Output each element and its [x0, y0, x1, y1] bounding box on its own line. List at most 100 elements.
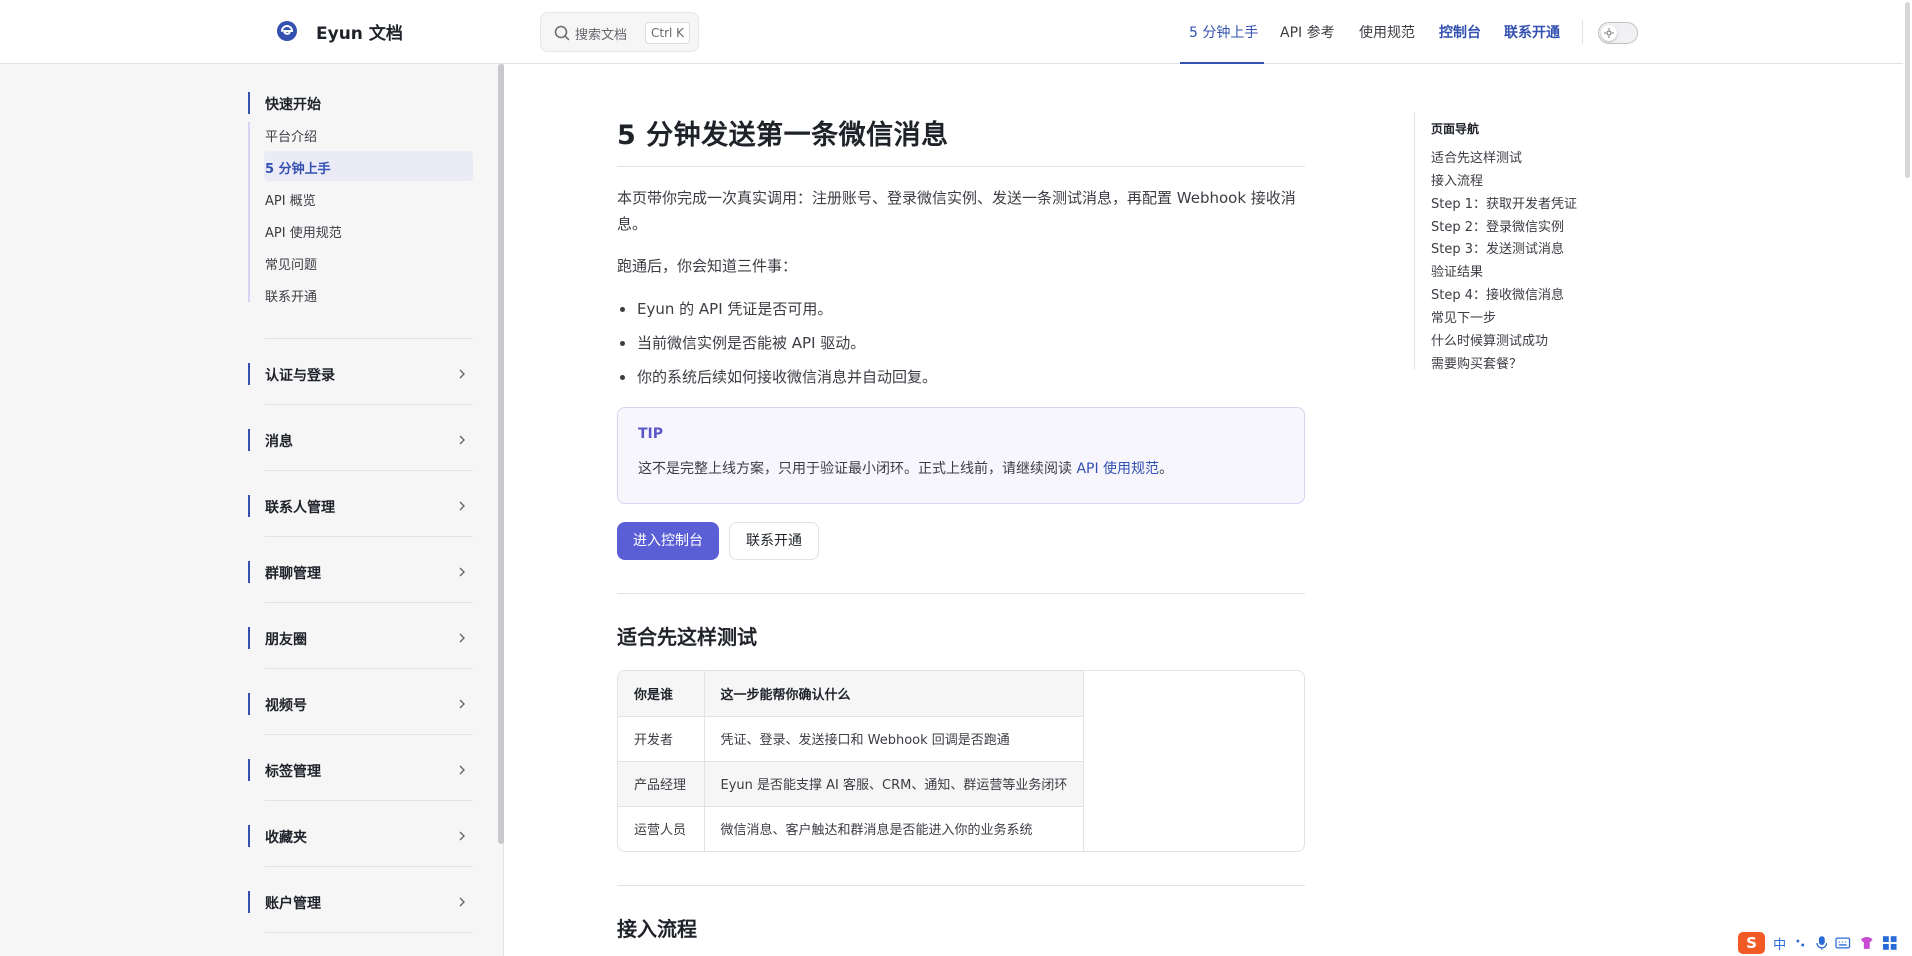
nav-usage-rules[interactable]: 使用规范 [1359, 22, 1415, 42]
sun-icon [1604, 28, 1614, 38]
tip-title: TIP [638, 426, 664, 442]
section-title-testing: 适合先这样测试 [617, 625, 757, 649]
chevron-right-icon[interactable] [456, 368, 468, 380]
chevron-right-icon[interactable] [456, 830, 468, 842]
sidebar-scrollbar[interactable] [498, 64, 504, 844]
bullet-item: 你的系统后续如何接收微信消息并自动回复。 [619, 368, 938, 386]
tip-link-api-rules[interactable]: API 使用规范 [1076, 461, 1159, 477]
sidebar-divider [265, 470, 473, 471]
ime-toolbar[interactable]: S 中 [1738, 932, 1898, 954]
table-row: 开发者 凭证、登录、发送接口和 Webhook 回调是否跑通 [618, 716, 1085, 762]
sidebar-item-faq[interactable]: 常见问题 [265, 254, 317, 273]
section-divider [617, 593, 1305, 594]
sidebar-group-moments[interactable]: 朋友圈 [265, 629, 307, 649]
nav-active-indicator [1180, 62, 1264, 64]
table-header-cell: 这一步能帮你确认什么 [704, 671, 1085, 717]
sidebar-divider [265, 932, 473, 933]
sidebar-group-auth[interactable]: 认证与登录 [265, 365, 335, 385]
search-shortcut-badge: Ctrl K [645, 22, 691, 44]
brand-title[interactable]: Eyun 文档 [316, 19, 403, 44]
theme-toggle[interactable] [1598, 22, 1638, 44]
punctuation-icon[interactable] [1794, 936, 1808, 950]
chevron-right-icon[interactable] [456, 764, 468, 776]
enter-console-button[interactable]: 进入控制台 [617, 522, 719, 560]
toc-item[interactable]: Step 3：发送测试消息 [1431, 238, 1564, 257]
sidebar-group-indicator [248, 693, 250, 715]
nav-console[interactable]: 控制台 [1439, 22, 1481, 42]
sidebar-item-intro[interactable]: 平台介绍 [265, 126, 317, 145]
sidebar-divider [265, 866, 473, 867]
chevron-right-icon[interactable] [456, 896, 468, 908]
contact-button[interactable]: 联系开通 [729, 522, 819, 560]
toc-item[interactable]: Step 2：登录微信实例 [1431, 216, 1564, 235]
sidebar-group-indicator [248, 92, 250, 114]
table-cell: Eyun 是否能支撑 AI 客服、CRM、通知、群运营等业务闭环 [704, 761, 1085, 807]
sidebar-group-tags[interactable]: 标签管理 [265, 761, 321, 781]
sidebar-group-favorites[interactable]: 收藏夹 [265, 827, 307, 847]
sidebar-subtree-line [248, 122, 250, 302]
sidebar [0, 64, 504, 956]
section-title-flow: 接入流程 [617, 917, 697, 941]
top-navbar: Eyun 文档 搜索文档 Ctrl K 5 分钟上手 API 参考 使用规范 控… [0, 0, 1912, 64]
nav-api-reference[interactable]: API 参考 [1280, 22, 1335, 42]
sidebar-group-account[interactable]: 账户管理 [265, 893, 321, 913]
chevron-right-icon[interactable] [456, 632, 468, 644]
toc-item[interactable]: 验证结果 [1431, 261, 1483, 280]
toc-item[interactable]: Step 4：接收微信消息 [1431, 284, 1564, 303]
ime-language-indicator[interactable]: 中 [1773, 934, 1786, 953]
bullet-item: Eyun 的 API 凭证是否可用。 [619, 300, 833, 318]
search-placeholder: 搜索文档 [575, 28, 628, 43]
keyboard-icon[interactable] [1835, 936, 1851, 950]
sidebar-group-indicator [248, 825, 250, 847]
toc-item[interactable]: 什么时候算测试成功 [1431, 330, 1548, 349]
theme-toggle-knob [1601, 25, 1617, 41]
search-button[interactable]: 搜索文档 Ctrl K [540, 12, 699, 52]
title-divider [617, 166, 1305, 167]
toolbox-grid-icon[interactable] [1882, 935, 1898, 951]
page-scrollbar-thumb[interactable] [1905, 2, 1910, 178]
sidebar-item-quickstart[interactable]: 5 分钟上手 [265, 158, 331, 177]
sidebar-item-api-overview[interactable]: API 概览 [265, 190, 316, 209]
sidebar-group-message[interactable]: 消息 [265, 431, 293, 451]
table-row: 运营人员 微信消息、客户触达和群消息是否能进入你的业务系统 [618, 806, 1085, 851]
eyun-logo-icon[interactable] [276, 20, 298, 42]
table-header-cell: 你是谁 [618, 671, 705, 717]
table-cell: 开发者 [618, 716, 705, 762]
sidebar-group-indicator [248, 363, 250, 385]
toc-item[interactable]: 接入流程 [1431, 170, 1483, 189]
page-title: 5 分钟发送第一条微信消息 [617, 120, 949, 151]
toc-title: 页面导航 [1431, 122, 1480, 136]
skin-icon[interactable] [1859, 935, 1875, 951]
microphone-icon[interactable] [1816, 935, 1828, 951]
chevron-right-icon[interactable] [456, 698, 468, 710]
testing-table: 你是谁 这一步能帮你确认什么 开发者 凭证、登录、发送接口和 Webhook 回… [618, 671, 1085, 851]
toc-item[interactable]: Step 1：获取开发者凭证 [1431, 193, 1577, 212]
sidebar-item-api-rules[interactable]: API 使用规范 [265, 222, 342, 241]
chevron-right-icon[interactable] [456, 566, 468, 578]
toc-rail [1414, 112, 1415, 370]
sidebar-group-groupchat[interactable]: 群聊管理 [265, 563, 321, 583]
table-header-row: 你是谁 这一步能帮你确认什么 [618, 671, 1085, 717]
sidebar-divider [265, 404, 473, 405]
chevron-right-icon[interactable] [456, 434, 468, 446]
nav-contact[interactable]: 联系开通 [1504, 22, 1560, 42]
sidebar-divider [265, 536, 473, 537]
sidebar-group-contacts[interactable]: 联系人管理 [265, 497, 335, 517]
sidebar-group-channels[interactable]: 视频号 [265, 695, 307, 715]
tip-callout: TIP 这不是完整上线方案，只用于验证最小闭环。正式上线前，请继续阅读 API … [617, 407, 1305, 504]
toc-item[interactable]: 需要购买套餐？ [1431, 353, 1522, 372]
sidebar-item-contact[interactable]: 联系开通 [265, 286, 317, 305]
after-run-paragraph: 跑通后，你会知道三件事： [617, 257, 798, 275]
sidebar-divider [265, 668, 473, 669]
chevron-right-icon[interactable] [456, 500, 468, 512]
sidebar-group-indicator [248, 891, 250, 913]
sogou-ime-logo-icon[interactable]: S [1738, 932, 1766, 954]
nav-quickstart[interactable]: 5 分钟上手 [1189, 22, 1258, 42]
sidebar-group-quickstart[interactable]: 快速开始 [265, 94, 321, 114]
table-cell: 运营人员 [618, 806, 705, 851]
sidebar-group-indicator [248, 429, 250, 451]
page-scrollbar[interactable] [1903, 0, 1912, 956]
toc-item[interactable]: 适合先这样测试 [1431, 147, 1522, 166]
sidebar-divider [265, 734, 473, 735]
toc-item[interactable]: 常见下一步 [1431, 307, 1496, 326]
